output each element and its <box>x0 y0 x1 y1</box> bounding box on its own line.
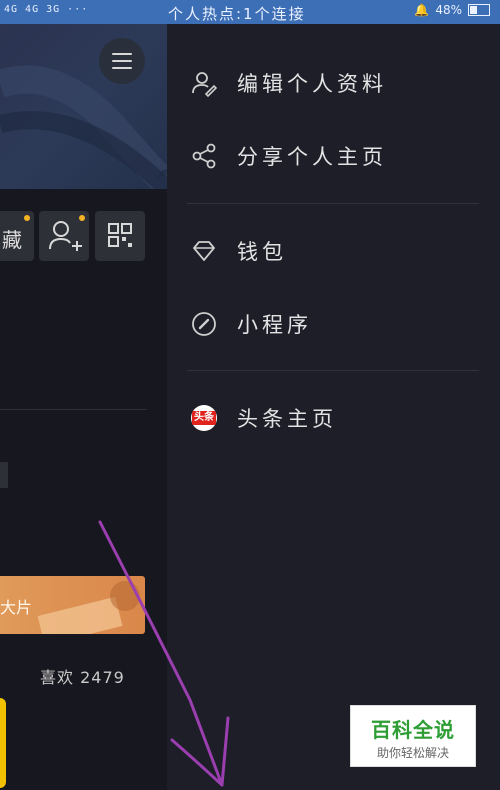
toutiao-logo-icon: 头条 <box>189 403 219 433</box>
menu-item-label: 钱包 <box>237 240 287 264</box>
menu-item-label: 头条主页 <box>237 407 337 431</box>
menu-item-label: 小程序 <box>237 313 312 337</box>
hotspot-status: 个人热点:1个连接 <box>168 5 306 23</box>
floating-tab[interactable] <box>0 698 6 788</box>
left-divider <box>0 409 147 410</box>
notification-dot <box>79 215 85 221</box>
promo-banner[interactable]: 大片 <box>0 576 145 634</box>
profile-background-panel: 藏 大片 喜欢 2479 <box>0 24 167 790</box>
mini-program-icon <box>189 309 219 339</box>
signal-indicators: 4G 4G 3G ··· <box>4 4 89 15</box>
qr-code-icon <box>108 223 132 247</box>
menu-item-label: 分享个人主页 <box>237 145 387 169</box>
watermark-title: 百科全说 <box>371 718 455 742</box>
menu-item-toutiao-homepage[interactable]: 头条 头条主页 <box>189 398 479 438</box>
toutiao-badge: 头条 <box>192 411 216 425</box>
menu-divider <box>187 203 479 204</box>
edit-profile-icon <box>189 68 219 98</box>
likes-count: 喜欢 2479 <box>40 668 125 687</box>
profile-banner <box>0 24 167 189</box>
menu-divider <box>187 370 479 371</box>
qr-code-button[interactable] <box>95 211 145 261</box>
promo-text: 大片 <box>0 598 33 617</box>
hamburger-menu-button[interactable] <box>99 38 145 84</box>
watermark-subtitle: 助你轻松解决 <box>376 746 449 760</box>
left-block <box>0 462 8 488</box>
side-drawer-menu: 编辑个人资料 分享个人主页 钱包 小程序 头条 头条主页 <box>167 24 500 790</box>
share-icon <box>189 141 219 171</box>
status-right: 🔔 48% <box>414 3 490 17</box>
collect-label: 藏 <box>2 228 22 252</box>
menu-item-share-homepage[interactable]: 分享个人主页 <box>189 136 479 176</box>
wallet-diamond-icon <box>189 236 219 266</box>
baike-watermark-logo: 百科全说 助你轻松解决 <box>350 705 476 767</box>
battery-percent: 48% <box>435 3 462 17</box>
bell-icon: 🔔 <box>414 3 430 17</box>
notification-dot <box>24 215 30 221</box>
status-bar: 4G 4G 3G ··· 个人热点:1个连接 🔔 48% <box>0 0 500 24</box>
menu-item-wallet[interactable]: 钱包 <box>189 231 479 271</box>
battery-icon <box>468 4 490 16</box>
menu-item-label: 编辑个人资料 <box>237 72 387 96</box>
menu-item-edit-profile[interactable]: 编辑个人资料 <box>189 63 479 103</box>
menu-item-mini-program[interactable]: 小程序 <box>189 304 479 344</box>
add-friend-button[interactable] <box>39 211 89 261</box>
